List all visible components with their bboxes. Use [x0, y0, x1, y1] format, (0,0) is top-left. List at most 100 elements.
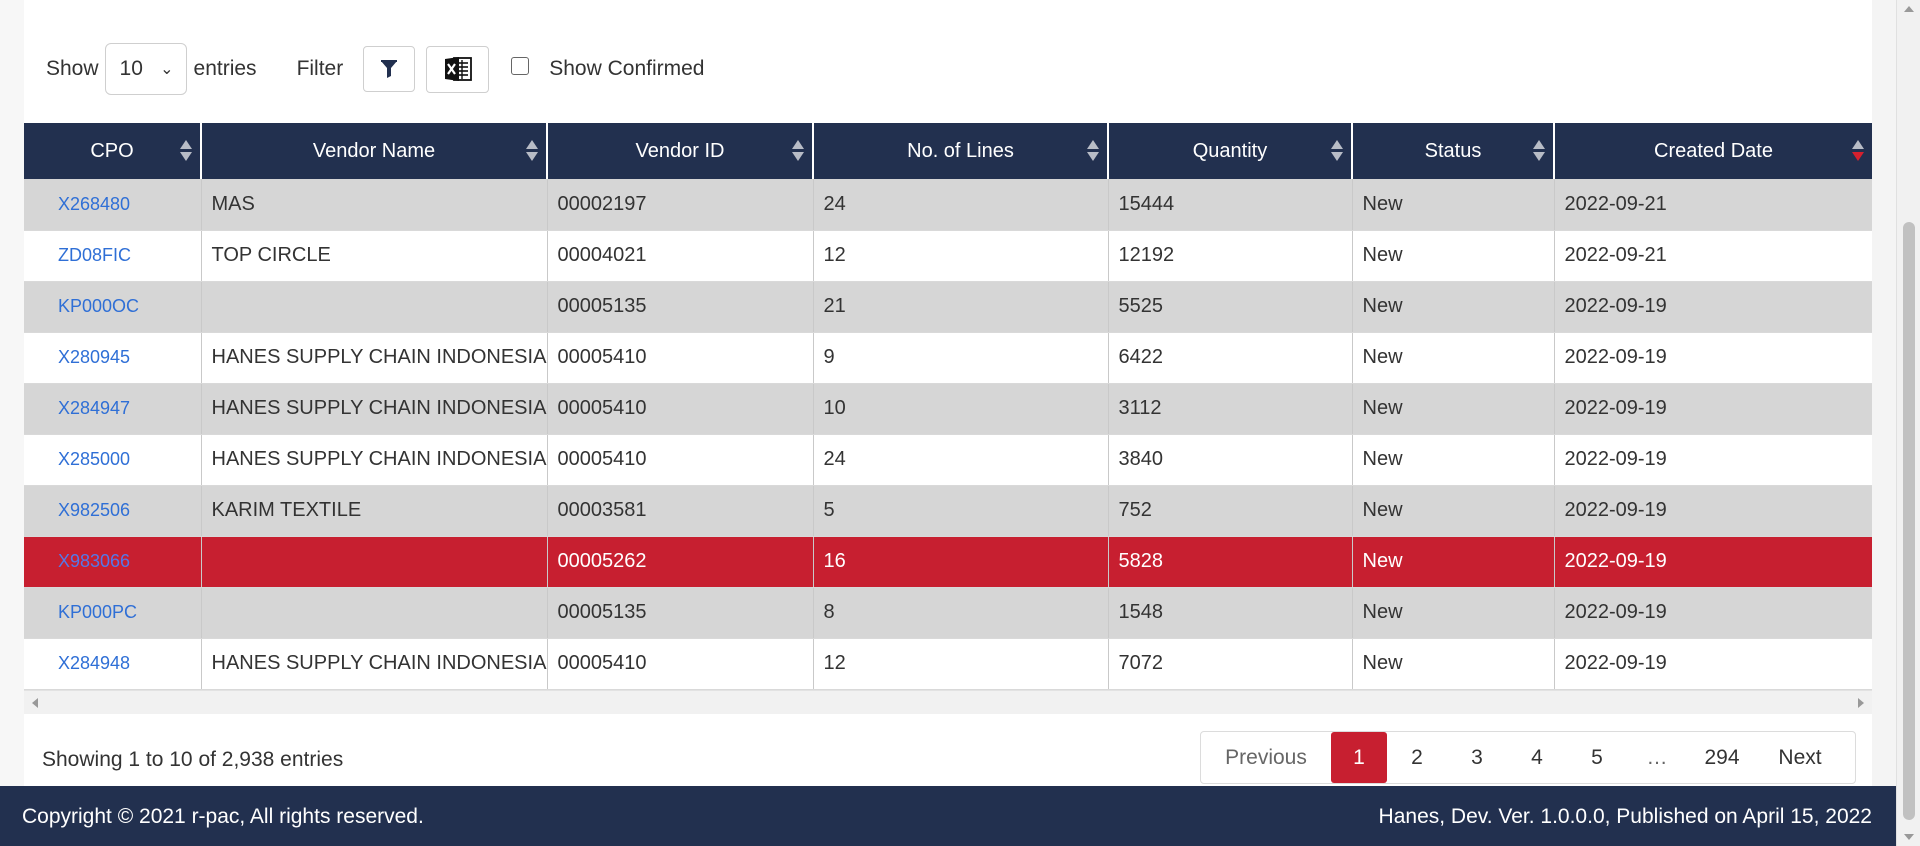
show-confirmed-checkbox[interactable] [511, 57, 530, 75]
cpo-link[interactable]: X268480 [58, 194, 130, 214]
vendor-id-cell: 00005410 [547, 638, 814, 690]
export-excel-button[interactable] [426, 45, 490, 93]
column-header-cpo[interactable]: CPO [24, 123, 202, 179]
lines-cell: 12 [813, 230, 1109, 282]
table-row[interactable]: X284948 HANES SUPPLY CHAIN INDONESIA 000… [24, 638, 1872, 690]
show-label: Show [46, 57, 99, 80]
horizontal-scrollbar[interactable] [24, 690, 1872, 714]
version-text: Hanes, Dev. Ver. 1.0.0.0, Published on A… [1378, 805, 1872, 828]
lines-cell: 24 [813, 434, 1109, 486]
page-button-5[interactable]: 5 [1567, 732, 1627, 783]
cpo-link[interactable]: X285000 [58, 449, 130, 469]
vendor-name-cell: HANES SUPPLY CHAIN INDONESIA [201, 383, 548, 435]
page-background [0, 0, 24, 846]
scroll-left-icon[interactable] [32, 698, 38, 708]
page-button-3[interactable]: 3 [1447, 732, 1507, 783]
vendor-name-cell [201, 281, 548, 333]
quantity-cell: 5828 [1108, 536, 1353, 588]
created-date-cell: 2022-09-19 [1554, 383, 1872, 435]
lines-cell: 10 [813, 383, 1109, 435]
created-date-cell: 2022-09-21 [1554, 230, 1872, 282]
sort-icon [1331, 140, 1343, 162]
vendor-name-cell: MAS [201, 179, 548, 231]
filter-button[interactable] [363, 46, 416, 92]
table-row[interactable]: KP000PC 00005135 8 1548 New 2022-09-19 [24, 587, 1872, 639]
vendor-name-cell: KARIM TEXTILE [201, 485, 548, 537]
chevron-down-icon: ⌄ [160, 61, 174, 78]
quantity-cell: 15444 [1108, 179, 1353, 231]
page-size-select[interactable]: 10 ⌄ [104, 43, 187, 95]
quantity-cell: 12192 [1108, 230, 1353, 282]
created-date-cell: 2022-09-19 [1554, 434, 1872, 486]
vendor-name-cell: TOP CIRCLE [201, 230, 548, 282]
lines-cell: 5 [813, 485, 1109, 537]
lines-cell: 21 [813, 281, 1109, 333]
page-button-1[interactable]: 1 [1331, 732, 1387, 783]
table-row[interactable]: X982506 KARIM TEXTILE 00003581 5 752 New… [24, 485, 1872, 537]
pagination: Previous 1 2 3 4 5 … 294 Next [1200, 731, 1856, 784]
scroll-down-icon[interactable] [1904, 834, 1914, 840]
vendor-name-cell: HANES SUPPLY CHAIN INDONESIA [201, 638, 548, 690]
status-cell: New [1352, 383, 1555, 435]
table-toolbar: Show 10 ⌄ entries Filter Show Confirmed [46, 42, 704, 96]
table-row[interactable]: X280945 HANES SUPPLY CHAIN INDONESIA 000… [24, 332, 1872, 384]
column-header-vendor-name[interactable]: Vendor Name [201, 123, 548, 179]
lines-cell: 8 [813, 587, 1109, 639]
created-date-cell: 2022-09-21 [1554, 179, 1872, 231]
sort-icon [1533, 140, 1545, 162]
cpo-link[interactable]: X982506 [58, 500, 130, 520]
cpo-link[interactable]: X284948 [58, 653, 130, 673]
created-date-cell: 2022-09-19 [1554, 587, 1872, 639]
table-row-highlighted[interactable]: X983066 00005262 16 5828 New 2022-09-19 [24, 536, 1872, 588]
next-page-button[interactable]: Next [1757, 732, 1843, 783]
column-header-status[interactable]: Status [1352, 123, 1555, 179]
vendor-id-cell: 00005262 [547, 536, 814, 588]
status-cell: New [1352, 434, 1555, 486]
excel-icon [444, 57, 472, 81]
status-cell: New [1352, 332, 1555, 384]
created-date-cell: 2022-09-19 [1554, 485, 1872, 537]
cpo-link[interactable]: X280945 [58, 347, 130, 367]
quantity-cell: 6422 [1108, 332, 1353, 384]
cpo-link[interactable]: ZD08FIC [58, 245, 131, 265]
cpo-link[interactable]: X983066 [58, 551, 130, 571]
vendor-id-cell: 00005410 [547, 434, 814, 486]
column-header-vendor-id[interactable]: Vendor ID [547, 123, 814, 179]
vertical-scrollbar[interactable] [1896, 0, 1920, 846]
created-date-cell: 2022-09-19 [1554, 332, 1872, 384]
table-row[interactable]: X285000 HANES SUPPLY CHAIN INDONESIA 000… [24, 434, 1872, 486]
column-header-created-date[interactable]: Created Date [1554, 123, 1872, 179]
cpo-link[interactable]: X284947 [58, 398, 130, 418]
column-header-lines[interactable]: No. of Lines [813, 123, 1109, 179]
vendor-id-cell: 00004021 [547, 230, 814, 282]
sort-desc-icon [1852, 140, 1864, 162]
sort-icon [526, 140, 538, 162]
status-cell: New [1352, 536, 1555, 588]
previous-page-button[interactable]: Previous [1201, 732, 1331, 783]
page-button-last[interactable]: 294 [1687, 732, 1757, 783]
status-cell: New [1352, 230, 1555, 282]
cpo-link[interactable]: KP000PC [58, 602, 137, 622]
table-row[interactable]: ZD08FIC TOP CIRCLE 00004021 12 12192 New… [24, 230, 1872, 282]
table-row[interactable]: X284947 HANES SUPPLY CHAIN INDONESIA 000… [24, 383, 1872, 435]
page-button-2[interactable]: 2 [1387, 732, 1447, 783]
quantity-cell: 7072 [1108, 638, 1353, 690]
table-row[interactable]: KP000OC 00005135 21 5525 New 2022-09-19 [24, 281, 1872, 333]
show-confirmed-label: Show Confirmed [549, 57, 705, 80]
scroll-up-icon[interactable] [1904, 6, 1914, 12]
page-size-value: 10 [119, 57, 143, 80]
quantity-cell: 752 [1108, 485, 1353, 537]
column-header-quantity[interactable]: Quantity [1108, 123, 1353, 179]
cpo-table: CPO Vendor Name Vendor ID No. of Lines Q… [24, 123, 1872, 690]
scrollbar-thumb[interactable] [1903, 222, 1915, 820]
lines-cell: 24 [813, 179, 1109, 231]
page-button-4[interactable]: 4 [1507, 732, 1567, 783]
vendor-id-cell: 00002197 [547, 179, 814, 231]
scroll-right-icon[interactable] [1858, 698, 1864, 708]
table-row[interactable]: X268480 MAS 00002197 24 15444 New 2022-0… [24, 179, 1872, 231]
vendor-id-cell: 00005135 [547, 281, 814, 333]
lines-cell: 9 [813, 332, 1109, 384]
copyright-text: Copyright © 2021 r-pac, All rights reser… [22, 805, 424, 828]
cpo-link[interactable]: KP000OC [58, 296, 139, 316]
quantity-cell: 3112 [1108, 383, 1353, 435]
